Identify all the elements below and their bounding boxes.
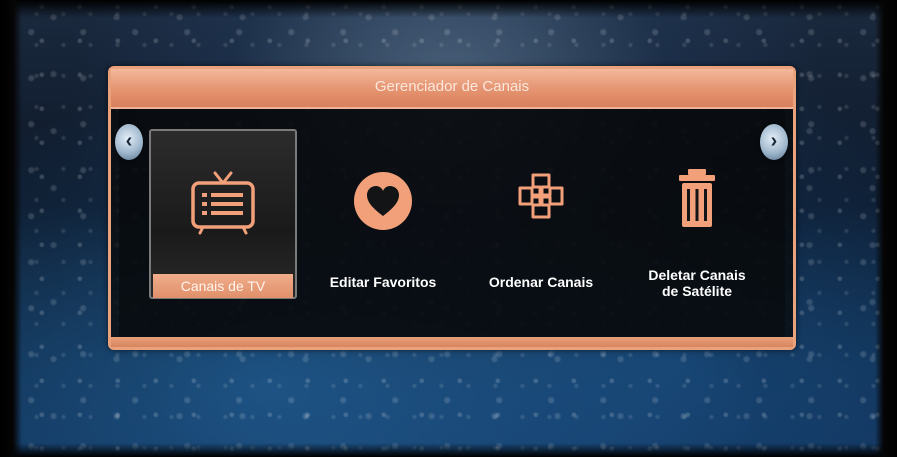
screen-bezel-bottom (0, 443, 897, 457)
trash-icon (659, 167, 735, 240)
heart-icon (345, 167, 421, 240)
scroll-right-button[interactable]: › (760, 124, 788, 160)
scroll-left-button[interactable]: ‹ (115, 124, 143, 160)
screen-bezel-right (875, 0, 897, 457)
dialog-title: Gerenciador de Canais (111, 69, 793, 109)
menu-item-label-line2: de Satélite (661, 283, 733, 299)
menu-item-ordenar-canais[interactable]: Ordenar Canais (467, 129, 615, 299)
menu-carousel: Canais de TV Editar Favoritos Ordenar Ca… (119, 109, 785, 337)
screen-bezel-left (0, 0, 22, 457)
channel-manager-dialog: Gerenciador de Canais Canais de TV Edita… (108, 66, 796, 350)
menu-item-deletar-canais-satelite[interactable]: Deletar Canais de Satélite (623, 129, 771, 299)
dialog-bottom-bar (111, 337, 793, 347)
menu-item-label: Canais de TV (153, 274, 293, 298)
menu-item-editar-favoritos[interactable]: Editar Favoritos (309, 129, 457, 299)
menu-item-label: Ordenar Canais (488, 274, 594, 290)
sort-cross-icon (503, 167, 579, 240)
tv-screen: Gerenciador de Canais Canais de TV Edita… (0, 0, 897, 457)
menu-item-canais-de-tv[interactable]: Canais de TV (149, 129, 297, 299)
menu-item-label: Editar Favoritos (329, 274, 437, 290)
screen-bezel-top (0, 0, 897, 18)
chevron-right-icon: › (770, 130, 778, 152)
menu-item-label: Deletar Canais de Satélite (623, 267, 771, 299)
menu-item-label-line1: Deletar Canais (648, 267, 746, 283)
chevron-left-icon: ‹ (125, 130, 133, 152)
tv-list-icon (185, 169, 261, 242)
